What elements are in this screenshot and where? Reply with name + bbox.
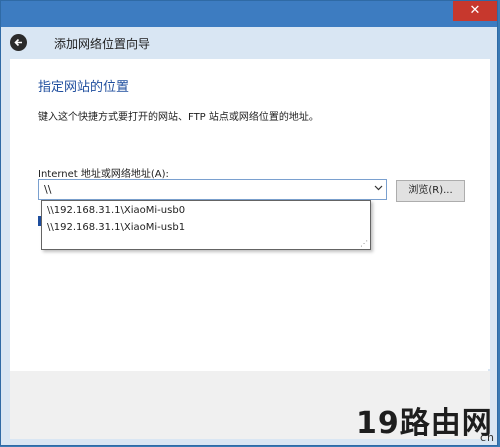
address-field-label: Internet 地址或网络地址(A): — [38, 169, 169, 180]
instruction-text: 键入这个快捷方式要打开的网站、FTP 站点或网络位置的地址。 — [38, 112, 319, 123]
wizard-title: 添加网络位置向导 — [54, 37, 151, 51]
back-arrow-icon — [14, 38, 22, 47]
page-heading: 指定网站的位置 — [38, 80, 130, 95]
watermark-text: 19路由网 — [356, 406, 493, 441]
close-icon: ✕ — [469, 3, 481, 18]
window-frame-left — [1, 59, 10, 445]
autocomplete-dropdown: \\192.168.31.1\XiaoMi-usb0 \\192.168.31.… — [41, 200, 371, 250]
resize-grip-icon[interactable]: ⋰ — [360, 239, 368, 248]
autocomplete-item[interactable]: \\192.168.31.1\XiaoMi-usb0 — [47, 205, 185, 216]
autocomplete-item[interactable]: \\192.168.31.1\XiaoMi-usb1 — [47, 222, 185, 233]
address-input-value[interactable]: \\ — [44, 183, 51, 196]
wizard-window: ✕ 添加网络位置向导 指定网站的位置 键入这个快捷方式要打开的网站、FTP 站点… — [0, 0, 498, 446]
back-button[interactable] — [10, 34, 27, 51]
watermark-logo: 19路由网 cn — [356, 398, 497, 444]
chevron-down-icon[interactable] — [374, 184, 383, 193]
close-button[interactable]: ✕ — [453, 1, 497, 21]
window-title-bar — [1, 1, 497, 27]
browse-button[interactable]: 浏览(R)... — [396, 180, 465, 202]
address-combobox[interactable]: \\ — [38, 179, 387, 200]
watermark-domain: cn — [479, 431, 495, 444]
